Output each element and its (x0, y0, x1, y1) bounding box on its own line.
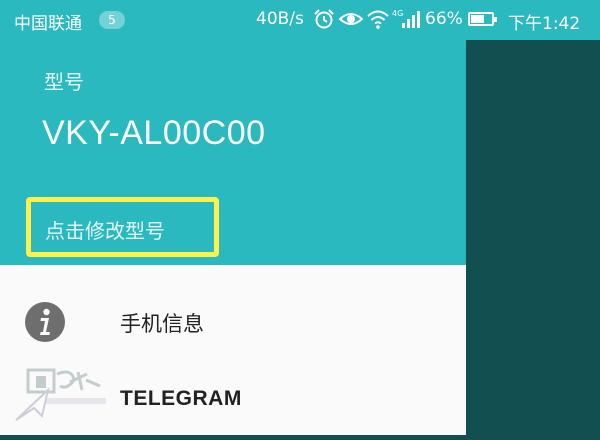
menu-item-phone-info[interactable]: 手机信息 (0, 283, 466, 361)
navigation-drawer: 型号 VKY-AL00C00 点击修改型号 手机信息 TELEGRAM (0, 0, 466, 435)
status-bar: 中国联通 5 40B/s 4G 66% 下午1:42 (0, 0, 600, 40)
carrier-name: 中国联通 (14, 14, 82, 34)
svg-text:4G: 4G (392, 9, 403, 18)
battery-percent: 66% (425, 9, 463, 29)
edit-model-link[interactable]: 点击修改型号 (26, 197, 219, 257)
edit-model-label: 点击修改型号 (45, 219, 165, 243)
eye-icon (338, 8, 364, 35)
battery-icon (468, 12, 497, 26)
clock: 下午1:42 (508, 14, 581, 34)
watermark-logo (12, 360, 112, 425)
drawer-header: 型号 VKY-AL00C00 点击修改型号 (0, 40, 466, 265)
menu-item-label: TELEGRAM (120, 387, 242, 410)
menu-item-label: 手机信息 (120, 313, 204, 336)
drawer-scrim[interactable] (466, 0, 600, 435)
alarm-icon (313, 8, 335, 35)
model-caption: 型号 (44, 70, 84, 94)
model-value: VKY-AL00C00 (42, 114, 266, 152)
signal-4g-icon: 4G (392, 8, 420, 35)
wifi-icon (366, 8, 390, 35)
network-speed: 40B/s (256, 9, 304, 29)
notification-badge: 5 (99, 11, 125, 29)
info-icon (24, 301, 66, 343)
